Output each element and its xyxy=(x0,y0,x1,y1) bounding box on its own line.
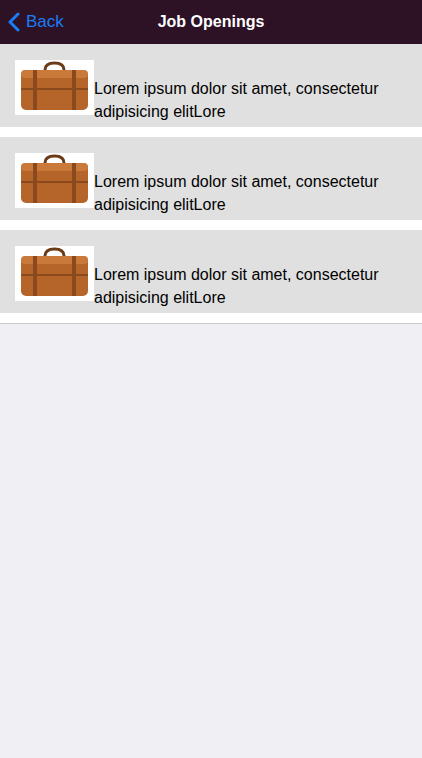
job-row[interactable]: Lorem ipsum dolor sit amet, consectetur … xyxy=(0,44,422,127)
suitcase-icon xyxy=(15,246,94,301)
nav-bar: BackJob Openings xyxy=(0,0,422,44)
suitcase-icon xyxy=(15,153,94,208)
back-label[interactable]: Back xyxy=(26,9,64,35)
job-row[interactable]: Lorem ipsum dolor sit amet, consectetur … xyxy=(0,137,422,220)
job-title[interactable]: Lorem ipsum dolor sit amet, consectetur … xyxy=(94,263,414,309)
job-row[interactable]: Lorem ipsum dolor sit amet, consectetur … xyxy=(0,230,422,313)
chevron-left-icon xyxy=(8,12,20,32)
suitcase-icon xyxy=(15,60,94,115)
job-title[interactable]: Lorem ipsum dolor sit amet, consectetur … xyxy=(94,77,414,123)
job-title[interactable]: Lorem ipsum dolor sit amet, consectetur … xyxy=(94,170,414,216)
job-list: Lorem ipsum dolor sit amet, consectetur … xyxy=(0,44,422,324)
back-button[interactable]: Back xyxy=(0,9,64,35)
